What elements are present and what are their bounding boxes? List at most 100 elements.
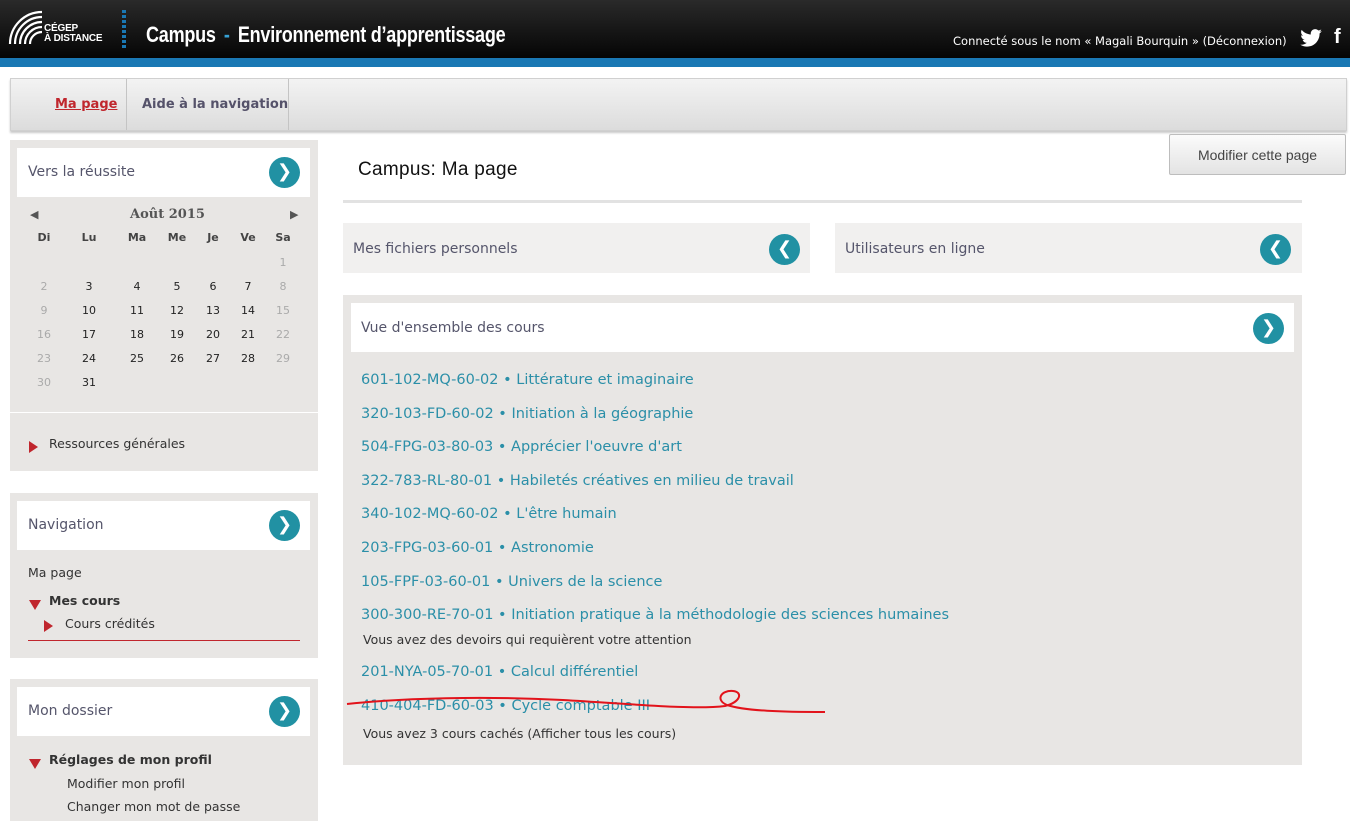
changer-mot-de-passe-link[interactable]: Changer mon mot de passe — [67, 799, 240, 814]
calendar-day[interactable]: 28 — [233, 352, 263, 365]
calendar-day[interactable]: 1 — [268, 256, 298, 269]
calendar-day[interactable]: 12 — [162, 304, 192, 317]
calendar-weekday: Je — [207, 231, 219, 244]
calendar-day[interactable]: 11 — [122, 304, 152, 317]
calendar-day[interactable]: 19 — [162, 328, 192, 341]
calendar-weekday: Ma — [127, 231, 147, 244]
nav-separator — [126, 79, 127, 130]
calendar-day[interactable]: 21 — [233, 328, 263, 341]
title-environment: Environnement d’apprentissage — [237, 22, 506, 47]
calendar-day[interactable]: 20 — [198, 328, 228, 341]
calendar-day[interactable]: 5 — [162, 280, 192, 293]
site-title[interactable]: Campus - Environnement d’apprentissage — [146, 22, 506, 48]
course-link[interactable]: 322-783-RL-80-01 • Habiletés créatives e… — [361, 473, 794, 489]
expand-icon[interactable]: ❯ — [269, 696, 300, 727]
calendar-day[interactable]: 9 — [29, 304, 59, 317]
cegep-logo-icon — [8, 10, 42, 44]
nav-aide-navigation[interactable]: Aide à la navigation — [142, 79, 288, 130]
calendar-weekday: Di — [37, 231, 51, 244]
nav-ma-page[interactable]: Ma page — [55, 79, 117, 130]
block-header: Mon dossier ❯ — [17, 687, 310, 736]
calendar-day[interactable]: 17 — [74, 328, 104, 341]
page-title: Campus: Ma page — [358, 159, 518, 180]
block-header: Vue d'ensemble des cours ❯ — [351, 303, 1294, 352]
calendar-day[interactable]: 30 — [29, 376, 59, 389]
calendar-day[interactable]: 10 — [74, 304, 104, 317]
nav-tree-ma-page[interactable]: Ma page — [28, 565, 82, 580]
calendar-day[interactable]: 8 — [268, 280, 298, 293]
block-title: Mon dossier — [28, 703, 113, 719]
course-link[interactable]: 300-300-RE-70-01 • Initiation pratique à… — [361, 607, 949, 623]
collapse-icon[interactable]: ❮ — [769, 234, 800, 265]
highlight-rule — [28, 640, 300, 641]
top-banner: CÉGEP À DISTANCE Campus - Environnement d’… — [0, 0, 1350, 58]
calendar-day[interactable]: 7 — [233, 280, 263, 293]
calendar-day[interactable]: 23 — [29, 352, 59, 365]
course-link[interactable]: 504-FPG-03-80-03 • Apprécier l'oeuvre d'… — [361, 439, 682, 455]
calendar-day[interactable]: 27 — [198, 352, 228, 365]
course-link[interactable]: 201-NYA-05-70-01 • Calcul différentiel — [361, 664, 638, 680]
block-title: Vue d'ensemble des cours — [361, 320, 545, 336]
facebook-icon[interactable]: f — [1334, 26, 1341, 49]
edit-page-button[interactable]: Modifier cette page — [1169, 134, 1346, 175]
calendar-next-icon[interactable]: ▶ — [290, 208, 298, 221]
collapse-icon[interactable]: ❮ — [1260, 234, 1291, 265]
calendar-prev-icon[interactable]: ◀ — [30, 208, 38, 221]
calendar-day[interactable]: 24 — [74, 352, 104, 365]
logo-separator — [122, 10, 126, 48]
calendar-weekday: Ve — [240, 231, 256, 244]
expand-triangle-icon — [29, 438, 38, 457]
calendar-day[interactable]: 4 — [122, 280, 152, 293]
title-campus: Campus — [146, 22, 216, 47]
panel-utilisateurs-en-ligne: Utilisateurs en ligne ❮ — [835, 223, 1302, 273]
expand-icon[interactable]: ❯ — [269, 510, 300, 541]
logo-line2: À DISTANCE — [44, 33, 103, 44]
block-header: Navigation ❯ — [17, 501, 310, 550]
calendar-day[interactable]: 15 — [268, 304, 298, 317]
twitter-icon[interactable] — [1300, 29, 1322, 47]
calendar-day[interactable]: 29 — [268, 352, 298, 365]
course-link[interactable]: 320-103-FD-60-02 • Initiation à la géogr… — [361, 406, 693, 422]
block-vers-la-reussite: Vers la réussite ❯ ◀ Août 2015 ▶ Di Lu Ma M… — [10, 140, 318, 471]
expand-icon[interactable]: ❯ — [269, 157, 300, 188]
course-link[interactable]: 105-FPF-03-60-01 • Univers de la science — [361, 574, 662, 590]
main-navbar: Ma page Aide à la navigation — [10, 78, 1347, 131]
collapse-triangle-icon — [29, 595, 41, 614]
modifier-profil-link[interactable]: Modifier mon profil — [67, 776, 185, 791]
calendar-day[interactable]: 31 — [74, 376, 104, 389]
nav-tree-cours-credites[interactable]: Cours crédités — [65, 616, 155, 631]
logged-in-status[interactable]: Connecté sous le nom « Magali Bourquin »… — [953, 34, 1287, 48]
divider — [10, 412, 318, 413]
calendar-day[interactable]: 26 — [162, 352, 192, 365]
expand-triangle-icon — [44, 617, 53, 636]
collapse-triangle-icon — [29, 754, 41, 773]
calendar-day[interactable]: 6 — [198, 280, 228, 293]
accent-bar — [0, 58, 1350, 67]
course-link[interactable]: 203-FPG-03-60-01 • Astronomie — [361, 540, 594, 556]
calendar-day[interactable]: 25 — [122, 352, 152, 365]
course-link[interactable]: 601-102-MQ-60-02 • Littérature et imagin… — [361, 372, 694, 388]
panel-title: Utilisateurs en ligne — [845, 241, 985, 257]
panel-title: Mes fichiers personnels — [353, 241, 518, 257]
calendar-month[interactable]: Août 2015 — [130, 207, 205, 222]
reglages-profil-link[interactable]: Réglages de mon profil — [49, 752, 212, 767]
course-link[interactable]: 340-102-MQ-60-02 • L'être humain — [361, 506, 617, 522]
calendar-day[interactable]: 16 — [29, 328, 59, 341]
block-title: Navigation — [28, 517, 104, 533]
calendar-day[interactable]: 14 — [233, 304, 263, 317]
nav-tree-mes-cours[interactable]: Mes cours — [49, 593, 120, 608]
logo-text: CÉGEP À DISTANCE — [44, 24, 103, 44]
calendar-day[interactable]: 2 — [29, 280, 59, 293]
panel-fichiers-personnels: Mes fichiers personnels ❮ — [343, 223, 810, 273]
calendar-day[interactable]: 13 — [198, 304, 228, 317]
block-mon-dossier: Mon dossier ❯ Réglages de mon profil Mod… — [10, 679, 318, 821]
title-dash: - — [223, 22, 230, 47]
hidden-courses-note[interactable]: Vous avez 3 cours cachés (Afficher tous … — [363, 726, 676, 741]
ressources-generales-link[interactable]: Ressources générales — [49, 436, 185, 451]
title-rule — [343, 200, 1302, 203]
calendar-day[interactable]: 3 — [74, 280, 104, 293]
calendar-day[interactable]: 22 — [268, 328, 298, 341]
expand-icon[interactable]: ❯ — [1253, 313, 1284, 344]
attention-note: Vous avez des devoirs qui requièrent vot… — [363, 632, 692, 647]
calendar-day[interactable]: 18 — [122, 328, 152, 341]
